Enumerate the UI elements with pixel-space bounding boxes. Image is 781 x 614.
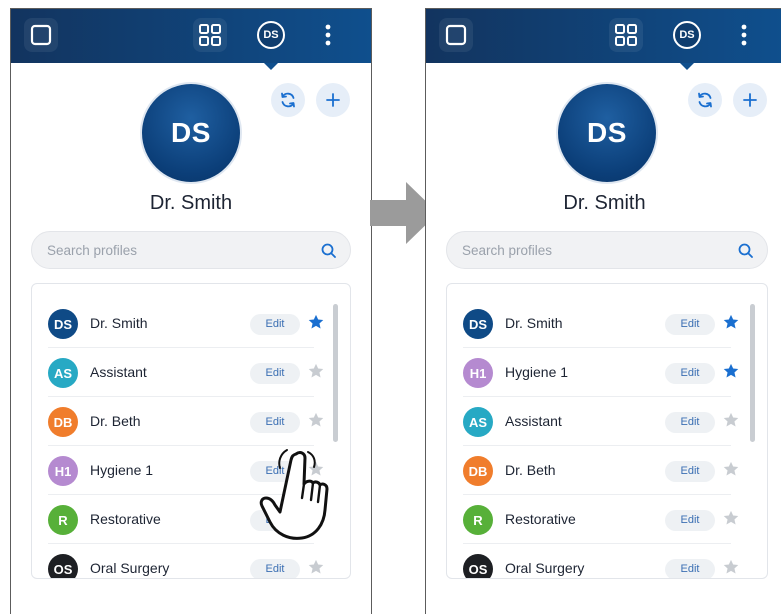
edit-button[interactable]: Edit xyxy=(665,461,715,482)
star-filled-icon[interactable] xyxy=(307,313,325,331)
profile-row[interactable]: AS Assistant Edit xyxy=(48,349,324,397)
edit-button[interactable]: Edit xyxy=(250,363,300,384)
profile-row[interactable]: R Restorative Edit xyxy=(463,496,739,544)
search-icon[interactable] xyxy=(737,242,755,260)
edit-button[interactable]: Edit xyxy=(250,412,300,433)
profile-name-label: Dr. Beth xyxy=(90,413,141,429)
profile-avatar: DS xyxy=(558,84,656,182)
plus-icon xyxy=(326,93,340,107)
profile-name-label: Assistant xyxy=(505,413,562,429)
profile-name-label: Dr. Smith xyxy=(90,315,148,331)
profile-avatar-small: H1 xyxy=(463,358,493,388)
star-filled-icon[interactable] xyxy=(722,313,740,331)
tap-hand-icon xyxy=(259,449,329,540)
row-divider xyxy=(463,494,731,495)
profile-name-label: Oral Surgery xyxy=(505,560,585,576)
edit-button[interactable]: Edit xyxy=(250,314,300,335)
profile-avatar: DS xyxy=(142,84,240,182)
scrollbar[interactable] xyxy=(333,304,338,442)
profile-avatar-button[interactable]: DS xyxy=(670,18,704,52)
profile-name: Dr. Smith xyxy=(149,192,233,214)
edit-button[interactable]: Edit xyxy=(250,559,300,578)
profile-row[interactable]: H1 Hygiene 1 Edit xyxy=(463,349,739,397)
row-divider xyxy=(463,445,731,446)
sync-button[interactable] xyxy=(688,83,722,117)
scrollbar[interactable] xyxy=(750,304,755,442)
profile-avatar-small: AS xyxy=(48,358,78,388)
add-profile-button[interactable] xyxy=(733,83,767,117)
search-input[interactable]: Search profiles xyxy=(446,231,768,269)
more-vert-icon[interactable] xyxy=(311,18,345,52)
star-filled-icon[interactable] xyxy=(722,362,740,380)
search-input[interactable]: Search profiles xyxy=(31,231,351,269)
profile-name-label: Hygiene 1 xyxy=(505,364,569,380)
profile-row[interactable]: DB Dr. Beth Edit xyxy=(463,447,739,495)
star-outline-icon[interactable] xyxy=(307,362,325,380)
profile-name-label: Hygiene 1 xyxy=(90,462,154,478)
edit-button[interactable]: Edit xyxy=(665,314,715,335)
plus-icon xyxy=(743,93,757,107)
screen-after: DS DS Dr. Smith Search profiles DS Dr. Sm… xyxy=(425,8,781,614)
top-header: DS xyxy=(11,9,371,63)
sync-icon xyxy=(281,92,295,108)
search-placeholder: Search profiles xyxy=(47,243,138,258)
profile-row[interactable]: DS Dr. Smith Edit xyxy=(48,300,324,348)
profile-list: DS Dr. Smith Edit H1 Hygiene 1 Edit AS Assistan… xyxy=(446,283,768,579)
profile-avatar-button[interactable]: DS xyxy=(254,18,288,52)
profile-avatar-small: AS xyxy=(463,407,493,437)
profile-avatar-small: OS xyxy=(48,554,78,578)
profile-avatar-small: OS xyxy=(463,554,493,578)
profile-avatar-small: DB xyxy=(463,456,493,486)
profile-avatar-small: R xyxy=(463,505,493,535)
grid-icon[interactable] xyxy=(609,18,643,52)
header-avatar-initials: DS xyxy=(263,29,279,41)
grid-icon[interactable] xyxy=(193,18,227,52)
header-avatar-initials: DS xyxy=(679,29,695,41)
star-outline-icon[interactable] xyxy=(722,411,740,429)
window-icon[interactable] xyxy=(439,18,473,52)
star-outline-icon[interactable] xyxy=(722,558,740,576)
edit-button[interactable]: Edit xyxy=(665,510,715,531)
search-icon[interactable] xyxy=(320,242,338,260)
profile-name: Dr. Smith xyxy=(563,192,646,214)
profile-row[interactable]: DS Dr. Smith Edit xyxy=(463,300,739,348)
profile-avatar-small: DS xyxy=(463,309,493,339)
window-icon[interactable] xyxy=(24,18,58,52)
edit-button[interactable]: Edit xyxy=(665,412,715,433)
row-divider xyxy=(48,347,314,348)
menu-caret xyxy=(680,63,694,70)
search-placeholder: Search profiles xyxy=(462,243,553,258)
profile-avatar-small: H1 xyxy=(48,456,78,486)
row-divider xyxy=(48,445,314,446)
row-divider xyxy=(463,347,731,348)
sync-button[interactable] xyxy=(271,83,305,117)
profile-avatar-small: R xyxy=(48,505,78,535)
add-profile-button[interactable] xyxy=(316,83,350,117)
profile-avatar-small: DS xyxy=(48,309,78,339)
edit-button[interactable]: Edit xyxy=(665,559,715,578)
profile-name-label: Restorative xyxy=(505,511,576,527)
edit-button[interactable]: Edit xyxy=(665,363,715,384)
top-header: DS xyxy=(426,9,781,63)
profile-name-label: Dr. Beth xyxy=(505,462,556,478)
more-vert-icon[interactable] xyxy=(727,18,761,52)
star-outline-icon[interactable] xyxy=(722,509,740,527)
profile-row[interactable]: AS Assistant Edit xyxy=(463,398,739,446)
sync-icon xyxy=(698,92,712,108)
profile-name-label: Assistant xyxy=(90,364,147,380)
profile-row[interactable]: DB Dr. Beth Edit xyxy=(48,398,324,446)
profile-name-label: Restorative xyxy=(90,511,161,527)
profile-avatar-small: DB xyxy=(48,407,78,437)
profile-row[interactable]: OS Oral Surgery Edit xyxy=(48,545,324,578)
profile-name-label: Dr. Smith xyxy=(505,315,563,331)
row-divider xyxy=(463,543,731,544)
row-divider xyxy=(48,396,314,397)
profile-row[interactable]: OS Oral Surgery Edit xyxy=(463,545,739,578)
menu-caret xyxy=(264,63,278,70)
star-outline-icon[interactable] xyxy=(307,558,325,576)
profile-name-label: Oral Surgery xyxy=(90,560,170,576)
row-divider xyxy=(463,396,731,397)
star-outline-icon[interactable] xyxy=(307,411,325,429)
star-outline-icon[interactable] xyxy=(722,460,740,478)
